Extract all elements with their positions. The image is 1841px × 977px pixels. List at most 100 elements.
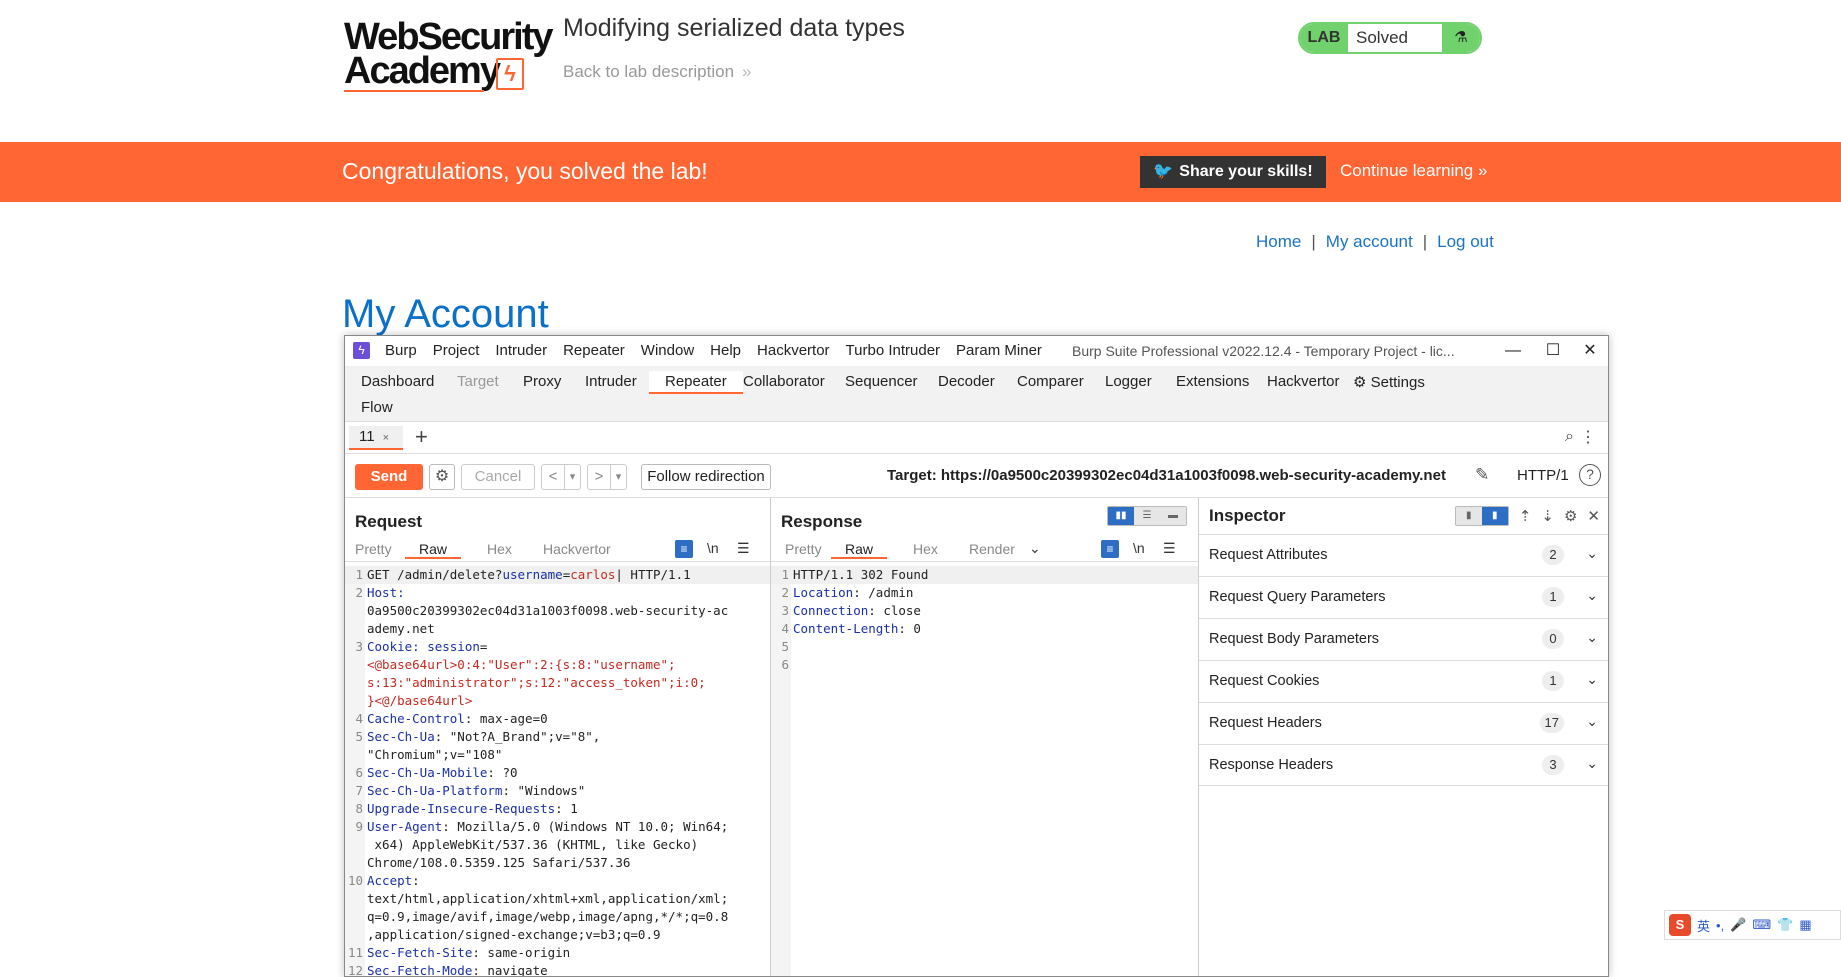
continue-learning-link[interactable]: Continue learning » [1340, 161, 1487, 181]
cancel-button[interactable]: Cancel [461, 464, 535, 490]
tab-target[interactable]: Target [457, 371, 499, 392]
inspector-row[interactable]: Request Headers 17 ⌄ [1199, 702, 1608, 744]
tab-intruder[interactable]: Intruder [585, 371, 637, 392]
line-number: 4 [355, 711, 363, 726]
tab-logger[interactable]: Logger [1105, 371, 1152, 392]
response-menu-icon[interactable]: ☰ [1163, 540, 1176, 557]
request-tab-raw[interactable]: Raw [405, 541, 462, 559]
nav-home-link[interactable]: Home [1256, 232, 1301, 251]
request-tab-hackvertor[interactable]: Hackvertor [543, 541, 611, 557]
ime-language-toggle[interactable]: 英 [1697, 916, 1710, 935]
close-tab-icon[interactable]: × [383, 432, 389, 444]
inspector-row[interactable]: Request Body Parameters 0 ⌄ [1199, 618, 1608, 660]
menu-repeater[interactable]: Repeater [563, 342, 625, 359]
request-menu-icon[interactable]: ☰ [737, 540, 750, 557]
inspector-row[interactable]: Request Query Parameters 1 ⌄ [1199, 576, 1608, 618]
menu-hackvertor[interactable]: Hackvertor [757, 342, 830, 359]
http-version-selector[interactable]: HTTP/1 [1517, 467, 1569, 484]
menu-help[interactable]: Help [710, 342, 741, 359]
keyboard-icon[interactable]: ⌨ [1752, 917, 1771, 933]
grid-icon[interactable]: ▦ [1799, 917, 1811, 933]
inspector-row[interactable]: Request Cookies 1 ⌄ [1199, 660, 1608, 702]
back-to-description-link[interactable]: Back to lab description » [563, 62, 752, 82]
close-icon[interactable]: ✕ [1570, 339, 1608, 363]
search-icon[interactable]: ⌕ [1565, 428, 1574, 446]
inspector-close-icon[interactable]: ✕ [1587, 507, 1600, 525]
back-dropdown-icon[interactable]: ▾ [564, 465, 580, 489]
layout-stacked-icon[interactable]: ☰ [1134, 507, 1160, 525]
tab-repeater[interactable]: Repeater [649, 371, 743, 394]
tab-extensions[interactable]: Extensions [1176, 371, 1249, 392]
ime-punctuation-icon[interactable]: •, [1716, 918, 1724, 933]
tab-hackvertor[interactable]: Hackvertor [1267, 371, 1340, 392]
chevron-down-icon[interactable]: ⌄ [1586, 587, 1598, 604]
maximize-icon[interactable]: ☐ [1533, 339, 1573, 363]
response-tab-raw[interactable]: Raw [831, 541, 888, 559]
help-icon[interactable]: ? [1579, 464, 1601, 486]
history-forward-button[interactable]: > ▾ [587, 464, 627, 490]
more-options-icon[interactable]: ⋮ [1580, 427, 1596, 447]
line-text: User-Agent: Mozilla/5.0 (Windows NT 10.0… [367, 818, 764, 836]
chevron-down-icon[interactable]: ⌄ [1586, 545, 1598, 562]
expand-all-icon[interactable]: ⇡ [1519, 507, 1532, 525]
response-tab-pretty[interactable]: Pretty [785, 541, 822, 557]
add-tab-icon[interactable]: + [415, 424, 428, 450]
forward-dropdown-icon[interactable]: ▾ [610, 465, 626, 489]
tab-settings[interactable]: ⚙ Settings [1353, 371, 1425, 393]
tab-comparer[interactable]: Comparer [1017, 371, 1084, 392]
chevron-down-icon[interactable]: ⌄ [1586, 755, 1598, 772]
history-back-button[interactable]: < ▾ [541, 464, 581, 490]
menu-project[interactable]: Project [433, 342, 480, 359]
response-tab-hex[interactable]: Hex [913, 541, 938, 557]
send-button[interactable]: Send [355, 464, 423, 490]
layout-toggle[interactable]: ▮▮ ☰ ▬ [1107, 506, 1187, 526]
tab-dashboard[interactable]: Dashboard [361, 371, 434, 392]
academy-logo[interactable]: WebSecurity Academy ϟ [344, 18, 553, 92]
follow-redirection-button[interactable]: Follow redirection [641, 464, 771, 490]
line-text: ademy.net [367, 620, 764, 638]
menu-turbo-intruder[interactable]: Turbo Intruder [846, 342, 941, 359]
tab-sequencer[interactable]: Sequencer [845, 371, 918, 392]
edit-target-pencil-icon[interactable]: ✎ [1475, 465, 1489, 485]
collapse-all-icon[interactable]: ⇣ [1541, 507, 1554, 525]
request-tab-pretty[interactable]: Pretty [355, 541, 392, 557]
send-options-gear-icon[interactable]: ⚙ [429, 464, 455, 490]
forward-icon: > [594, 468, 604, 485]
request-tab-hex[interactable]: Hex [487, 541, 512, 557]
tab-proxy[interactable]: Proxy [523, 371, 561, 392]
inspector-gear-icon[interactable]: ⚙ [1564, 507, 1577, 525]
solved-banner: Congratulations, you solved the lab! 🐦 Sh… [0, 142, 1841, 202]
microphone-icon[interactable]: 🎤 [1730, 917, 1746, 933]
show-newlines-icon[interactable]: \n [1133, 540, 1145, 556]
inspector-row[interactable]: Response Headers 3 ⌄ [1199, 744, 1608, 786]
inspector-layout-left-icon[interactable]: ▮ [1455, 507, 1482, 525]
nav-log-out-link[interactable]: Log out [1437, 232, 1494, 251]
nav-my-account-link[interactable]: My account [1326, 232, 1413, 251]
inspector-row[interactable]: Request Attributes 2 ⌄ [1199, 534, 1608, 576]
menu-param-miner[interactable]: Param Miner [956, 342, 1042, 359]
share-skills-button[interactable]: 🐦 Share your skills! [1140, 156, 1326, 188]
inspector-layout-toggle[interactable]: ▮ ▮ [1454, 506, 1509, 526]
tab-collaborator[interactable]: Collaborator [743, 371, 825, 392]
wrap-lines-icon[interactable]: ≡ [1101, 540, 1119, 558]
chevron-down-icon[interactable]: ⌄ [1586, 671, 1598, 688]
code-line: 6 Sec-Ch-Ua-Mobile: ?0 [345, 764, 770, 782]
tab-decoder[interactable]: Decoder [938, 371, 995, 392]
repeater-tab-11[interactable]: 11 × [349, 426, 403, 450]
inspector-layout-right-icon[interactable]: ▮ [1481, 507, 1508, 525]
layout-tabs-icon[interactable]: ▬ [1160, 507, 1186, 525]
response-tab-render[interactable]: Render [969, 541, 1015, 557]
menu-window[interactable]: Window [641, 342, 694, 359]
skin-icon[interactable]: 👕 [1777, 917, 1793, 933]
render-dropdown-icon[interactable]: ⌄ [1029, 540, 1041, 557]
minimize-icon[interactable]: — [1493, 339, 1533, 363]
tab-flow[interactable]: Flow [361, 397, 393, 418]
sogou-logo-icon[interactable]: S [1669, 914, 1691, 936]
layout-side-by-side-icon[interactable]: ▮▮ [1108, 507, 1134, 525]
chevron-down-icon[interactable]: ⌄ [1586, 629, 1598, 646]
menu-burp[interactable]: Burp [385, 342, 417, 359]
chevron-down-icon[interactable]: ⌄ [1586, 713, 1598, 730]
show-newlines-icon[interactable]: \n [707, 540, 719, 556]
wrap-lines-icon[interactable]: ≡ [675, 540, 693, 558]
menu-intruder[interactable]: Intruder [495, 342, 547, 359]
